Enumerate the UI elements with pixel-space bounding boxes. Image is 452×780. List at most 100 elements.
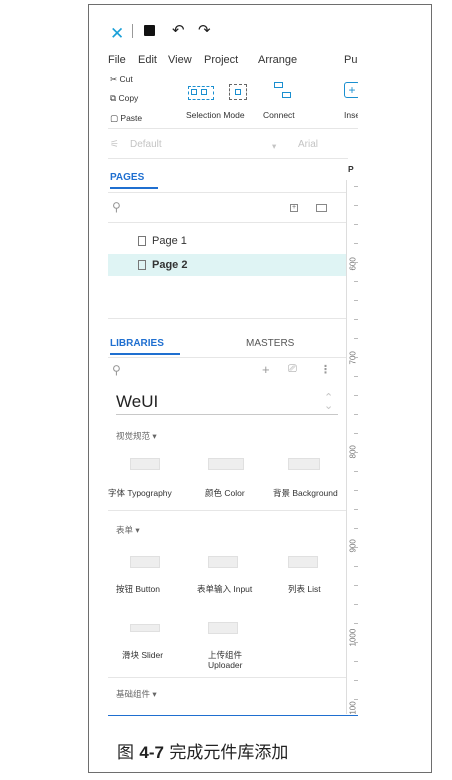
widget-label-uploader-en: Uploader	[208, 660, 243, 670]
ruler-tick	[354, 262, 358, 263]
more-options-icon[interactable]: ⋮	[320, 363, 331, 376]
chevron-down-icon: ▾	[272, 141, 277, 151]
tab-masters[interactable]: MASTERS	[246, 338, 294, 349]
widget-thumb-typography[interactable]	[130, 458, 160, 470]
toolbar-divider	[132, 24, 133, 38]
page-list-item-2[interactable]: Page 2	[108, 254, 348, 276]
ruler-tick	[354, 357, 358, 358]
search-icon[interactable]: ⚲	[112, 200, 121, 214]
ruler-tick	[354, 490, 358, 491]
toolbar-divider	[108, 128, 358, 129]
ruler-tick	[354, 661, 358, 662]
ruler-tick	[354, 604, 358, 605]
ruler-tick	[354, 509, 358, 510]
connect-label: Connect	[263, 110, 295, 120]
add-page-icon[interactable]: +	[290, 204, 298, 212]
font-select[interactable]: Arial	[298, 139, 318, 150]
menu-view[interactable]: View	[168, 54, 192, 66]
menu-arrange[interactable]: Arrange	[258, 54, 297, 66]
widget-label-background: 背景 Background	[273, 488, 338, 498]
widget-label-typography: 字体 Typography	[108, 488, 172, 498]
menu-project[interactable]: Project	[204, 54, 238, 66]
insert-plus-icon[interactable]: +	[344, 82, 358, 98]
ruler-tick	[354, 642, 358, 643]
insert-label: Inse	[344, 110, 358, 120]
ruler-tick	[354, 205, 358, 206]
ruler-tick	[354, 528, 358, 529]
tab-pages-underline	[110, 187, 158, 189]
widget-label-slider: 滑块 Slider	[122, 650, 164, 660]
tab-pages[interactable]: PAGES	[110, 172, 144, 183]
style-brush-icon: ⚟	[110, 139, 119, 150]
library-folder-icon[interactable]: ⎚	[288, 363, 297, 376]
ruler-mark: 700	[348, 351, 358, 365]
app-bottom-border	[108, 715, 358, 716]
page-icon	[138, 236, 146, 246]
section-title-form[interactable]: 表单 ▾	[116, 524, 140, 536]
copy-icon: ⧉	[110, 93, 117, 103]
connect-icon[interactable]	[274, 82, 283, 88]
widget-thumb-background[interactable]	[288, 458, 320, 470]
widget-thumb-list[interactable]	[288, 556, 318, 568]
redo-icon[interactable]: ↷	[198, 22, 211, 39]
panel-divider	[108, 318, 346, 319]
selection-mode-icon-inner	[201, 89, 207, 95]
paste-button[interactable]: ▢ Paste	[110, 113, 142, 124]
page-name: Page 1	[152, 235, 187, 247]
add-library-icon[interactable]: +	[262, 362, 270, 377]
ruler-tick	[354, 699, 358, 700]
canvas-tab-label: P	[348, 164, 354, 174]
copy-button[interactable]: ⧉ Copy	[110, 93, 138, 104]
widget-thumb-input[interactable]	[208, 556, 238, 568]
divider	[108, 510, 346, 511]
scissors-icon: ✂	[110, 74, 118, 84]
menu-edit[interactable]: Edit	[138, 54, 157, 66]
widget-label-color: 颜色 Color	[205, 488, 245, 498]
ruler-tick	[354, 623, 358, 624]
menu-publish[interactable]: Pul	[344, 54, 358, 66]
library-select[interactable]: WeUI	[116, 392, 158, 412]
widget-thumb-button[interactable]	[130, 556, 160, 568]
ruler-tick	[354, 395, 358, 396]
clipboard-icon: ▢	[110, 113, 119, 123]
section-title-basic[interactable]: 基础组件 ▾	[116, 688, 157, 700]
tab-libraries-underline	[110, 353, 180, 355]
divider	[108, 357, 346, 358]
vertical-ruler: 600 700 800 900 1000 1100	[346, 180, 358, 714]
page-list-item-1[interactable]: Page 1	[108, 231, 346, 251]
divider	[108, 158, 348, 159]
ruler-tick	[354, 585, 358, 586]
ruler-tick	[354, 414, 358, 415]
ruler-tick	[354, 547, 358, 548]
ruler-tick	[354, 452, 358, 453]
search-icon[interactable]: ⚲	[112, 363, 121, 377]
widget-label-list: 列表 List	[288, 584, 321, 594]
widget-thumb-slider[interactable]	[130, 624, 160, 632]
section-title-visual[interactable]: 视觉规范 ▾	[116, 430, 157, 442]
undo-icon[interactable]: ↶	[172, 22, 185, 39]
widget-thumb-uploader[interactable]	[208, 622, 238, 634]
selection-mode-icon-inner	[191, 89, 197, 95]
ruler-tick	[354, 433, 358, 434]
page-icon	[138, 260, 146, 270]
connect-icon-part	[282, 92, 291, 98]
axure-app-window: ✕ ↶ ↷ File Edit View Project Arrange Pul…	[108, 22, 358, 714]
widget-thumb-color[interactable]	[208, 458, 244, 470]
axure-logo-icon: ✕	[110, 24, 125, 43]
cut-button[interactable]: ✂ Cut	[110, 74, 133, 85]
folder-icon[interactable]	[316, 204, 327, 212]
ruler-mark: 1100	[348, 701, 358, 714]
widget-label-button: 按钮 Button	[116, 584, 160, 594]
page-name: Page 2	[152, 259, 188, 271]
tab-libraries[interactable]: LIBRARIES	[110, 338, 164, 349]
ruler-tick	[354, 338, 358, 339]
ruler-mark: 1000	[348, 628, 358, 647]
menu-file[interactable]: File	[108, 54, 126, 66]
intersect-select-icon-inner	[235, 89, 241, 95]
ruler-tick	[354, 281, 358, 282]
save-icon[interactable]	[144, 25, 155, 36]
selection-mode-label: Selection Mode	[186, 110, 245, 120]
style-select[interactable]: Default	[130, 139, 162, 150]
widget-label-input: 表单输入 Input	[197, 584, 253, 594]
ruler-mark: 600	[348, 257, 358, 271]
